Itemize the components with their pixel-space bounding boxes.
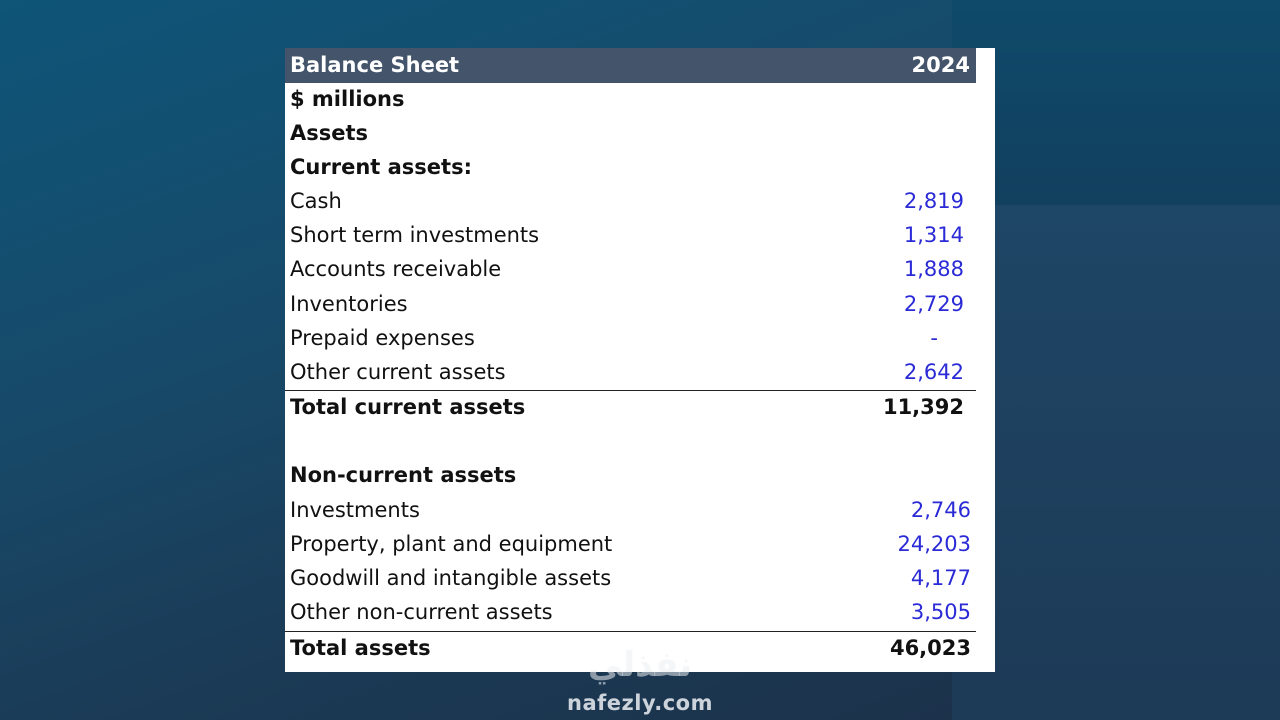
total-current-assets-row: Total current assets 11,392 (285, 390, 976, 425)
total-label: Total current assets (290, 395, 526, 419)
row-value: - (930, 326, 938, 350)
table-title: Balance Sheet (290, 53, 460, 77)
row-value: 3,505 (910, 600, 971, 624)
row-label: Other current assets (290, 360, 506, 384)
row-value: 2,642 (903, 360, 964, 384)
row-label: Other non-current assets (290, 600, 553, 624)
table-row: Other non-current assets 3,505 (285, 596, 976, 630)
row-label: Prepaid expenses (290, 326, 475, 350)
row-value: 1,888 (903, 257, 964, 281)
units-row: $ millions (285, 83, 976, 117)
background-band (952, 205, 1280, 720)
row-label: Inventories (290, 292, 408, 316)
balance-sheet-table: Balance Sheet 2024 $ millions Assets Cur… (285, 48, 995, 672)
watermark-url-text: nafezly.com (567, 691, 713, 715)
table-row: Cash 2,819 (285, 185, 976, 219)
table-row: Other current assets 2,642 (285, 356, 976, 390)
watermark-arabic-text: نفذلي (587, 645, 693, 685)
table-header: Balance Sheet 2024 (285, 48, 976, 83)
row-value: 2,729 (903, 292, 964, 316)
background-panel (952, 0, 1280, 720)
table-row: Investments 2,746 (285, 494, 976, 528)
row-value: 1,314 (903, 223, 964, 247)
section-label: Current assets: (290, 155, 472, 179)
row-value: 2,819 (903, 189, 964, 213)
section-label: Assets (290, 121, 369, 145)
row-label: Cash (290, 189, 342, 213)
table-row: Accounts receivable 1,888 (285, 253, 976, 287)
total-value: 11,392 (882, 395, 964, 419)
row-value: 4,177 (910, 566, 971, 590)
total-label: Total assets (290, 636, 431, 660)
table-row: Inventories 2,729 (285, 288, 976, 322)
units-label: $ millions (290, 87, 405, 111)
row-value: 2,746 (910, 498, 971, 522)
total-value: 46,023 (889, 636, 971, 660)
section-heading-assets: Assets (285, 117, 976, 151)
table-row: Short term investments 1,314 (285, 219, 976, 253)
current-assets-heading: Current assets: (285, 151, 976, 185)
non-current-assets-heading: Non-current assets (285, 459, 976, 493)
table-row: Goodwill and intangible assets 4,177 (285, 562, 976, 596)
row-label: Investments (290, 498, 420, 522)
row-value: 24,203 (897, 532, 971, 556)
row-label: Property, plant and equipment (290, 532, 613, 556)
table-row: Prepaid expenses - (285, 322, 976, 356)
table-row: Property, plant and equipment 24,203 (285, 528, 976, 562)
row-label: Accounts receivable (290, 257, 502, 281)
row-label: Short term investments (290, 223, 540, 247)
row-label: Goodwill and intangible assets (290, 566, 612, 590)
nafezly-watermark: نفذلي nafezly.com (560, 645, 720, 720)
year-column-header: 2024 (911, 53, 970, 77)
section-label: Non-current assets (290, 463, 517, 487)
